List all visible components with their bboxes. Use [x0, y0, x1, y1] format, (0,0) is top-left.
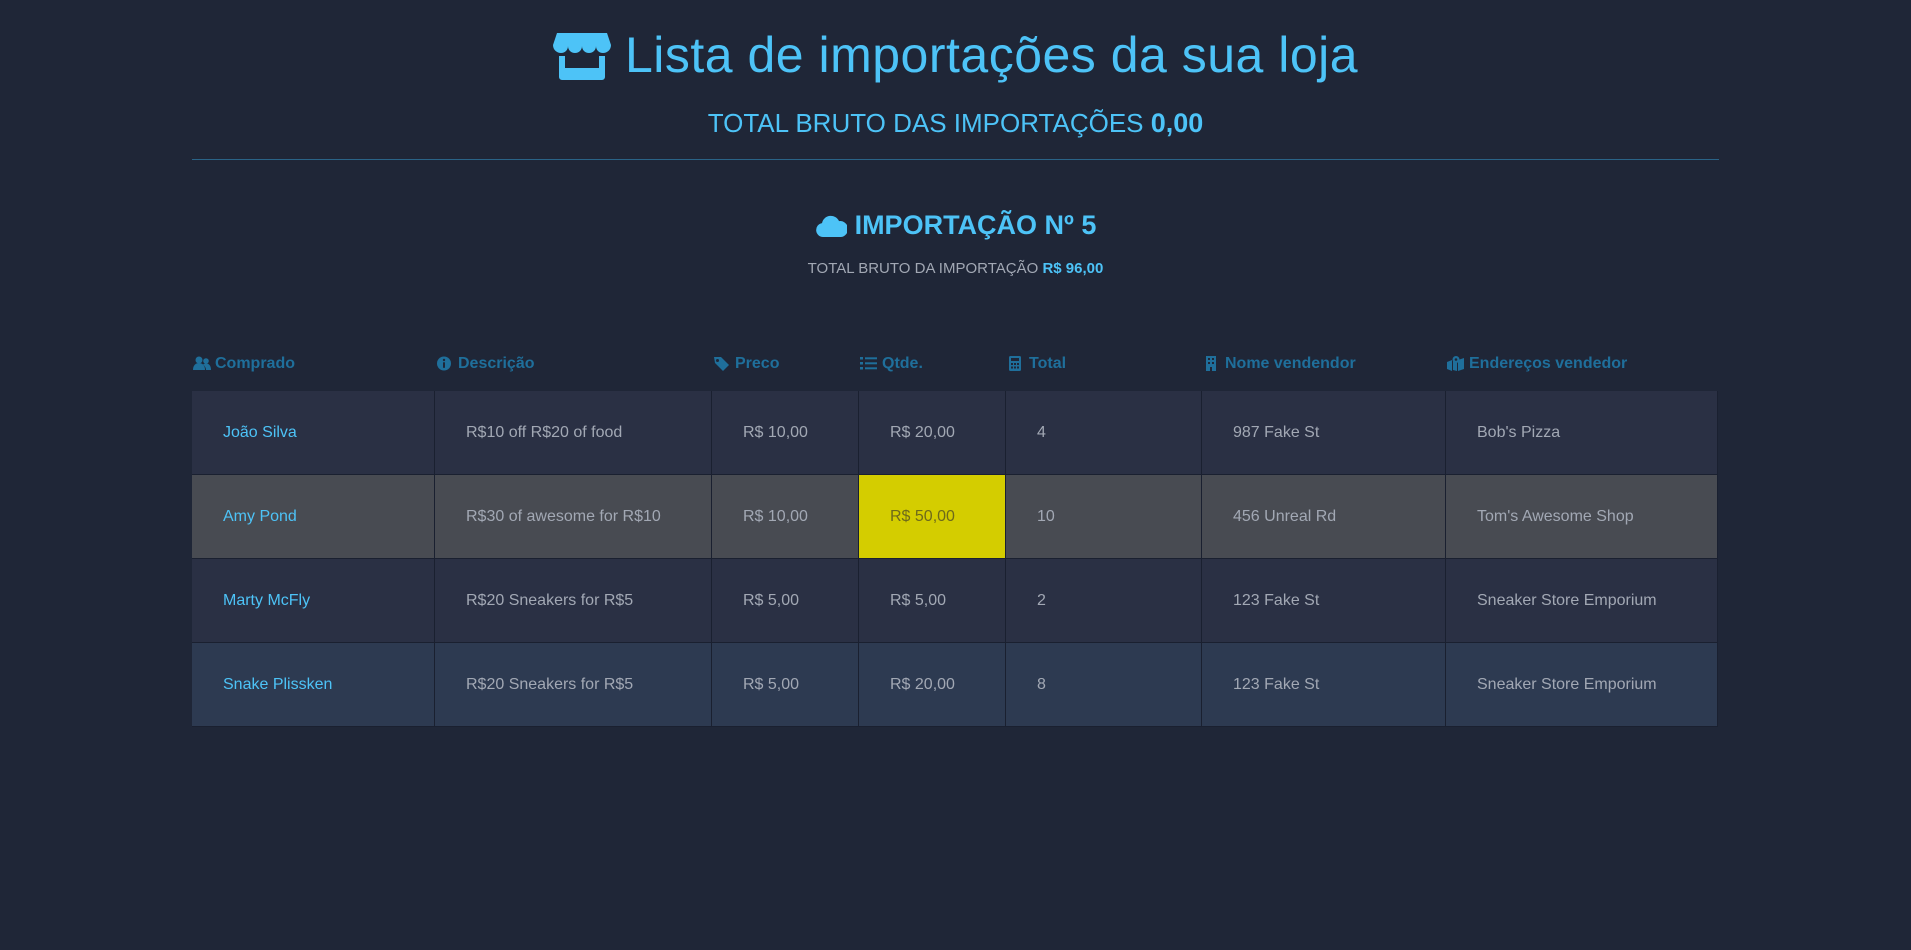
cell-total: 8 [1006, 643, 1202, 727]
cell-price: R$ 10,00 [712, 391, 859, 475]
cloud-icon [815, 215, 847, 237]
gross-total-value: 0,00 [1150, 108, 1204, 138]
column-header-descricao[interactable]: Descrição [435, 355, 712, 373]
column-header-preco[interactable]: Preco [712, 355, 859, 373]
tag-icon [714, 357, 729, 371]
cell-qty-highlighted: R$ 50,00 [859, 475, 1006, 559]
page-title: Lista de importações da sua loja [0, 26, 1911, 84]
store-icon [552, 33, 611, 80]
import-total: TOTAL BRUTO DA IMPORTAÇÃO R$ 96,00 [0, 260, 1911, 277]
column-header-label: Endereços vendedor [1469, 354, 1628, 372]
cell-price: R$ 10,00 [712, 475, 859, 559]
map-marker-icon [1447, 356, 1464, 371]
table-row[interactable]: Amy Pond R$30 of awesome for R$10 R$ 10,… [192, 475, 1718, 559]
imports-table: Comprado Descrição Preco Qtde. Total Nom… [192, 350, 1718, 727]
column-header-label: Descrição [458, 354, 535, 372]
cell-description: R$20 Sneakers for R$5 [435, 559, 712, 643]
cell-buyer[interactable]: Marty McFly [192, 559, 435, 643]
cell-price: R$ 5,00 [712, 643, 859, 727]
table-row[interactable]: João Silva R$10 off R$20 of food R$ 10,0… [192, 391, 1718, 475]
cell-buyer[interactable]: Amy Pond [192, 475, 435, 559]
building-icon [1206, 356, 1216, 371]
cell-description: R$30 of awesome for R$10 [435, 475, 712, 559]
cell-seller-name: 123 Fake St [1202, 643, 1446, 727]
info-icon [437, 356, 451, 371]
page: Lista de importações da sua loja TOTAL B… [0, 0, 1911, 950]
list-icon [860, 357, 877, 370]
cell-seller-address: Tom's Awesome Shop [1446, 475, 1718, 559]
table-header: Comprado Descrição Preco Qtde. Total Nom… [192, 350, 1718, 377]
cell-price: R$ 5,00 [712, 559, 859, 643]
calculator-icon [1009, 356, 1021, 371]
cell-seller-name: 123 Fake St [1202, 559, 1446, 643]
cell-seller-name: 987 Fake St [1202, 391, 1446, 475]
cell-seller-name: 456 Unreal Rd [1202, 475, 1446, 559]
column-header-qtde[interactable]: Qtde. [859, 355, 1006, 373]
import-total-value: R$ 96,00 [1042, 260, 1104, 277]
cell-buyer[interactable]: Snake Plissken [192, 643, 435, 727]
cell-total: 4 [1006, 391, 1202, 475]
cell-total: 10 [1006, 475, 1202, 559]
gross-total-label: TOTAL BRUTO DAS IMPORTAÇÕES [707, 108, 1144, 138]
column-header-comprado[interactable]: Comprado [192, 355, 435, 373]
table-body: João Silva R$10 off R$20 of food R$ 10,0… [192, 391, 1718, 727]
column-header-label: Comprado [215, 354, 295, 372]
column-header-total[interactable]: Total [1006, 355, 1202, 373]
users-icon [193, 356, 211, 370]
cell-qty: R$ 20,00 [859, 391, 1006, 475]
column-header-label: Total [1029, 354, 1067, 372]
column-header-label: Qtde. [882, 354, 923, 372]
column-header-label: Nome vendendor [1225, 354, 1356, 372]
column-header-nome-vendendor[interactable]: Nome vendendor [1202, 355, 1446, 373]
cell-description: R$10 off R$20 of food [435, 391, 712, 475]
cell-total: 2 [1006, 559, 1202, 643]
cell-description: R$20 Sneakers for R$5 [435, 643, 712, 727]
column-header-label: Preco [735, 354, 780, 372]
gross-total: TOTAL BRUTO DAS IMPORTAÇÕES 0,00 [0, 108, 1911, 139]
cell-seller-address: Sneaker Store Emporium [1446, 643, 1718, 727]
import-title-text: IMPORTAÇÃO Nº 5 [854, 210, 1097, 240]
cell-buyer[interactable]: João Silva [192, 391, 435, 475]
import-title: IMPORTAÇÃO Nº 5 [0, 210, 1911, 241]
column-header-enderecos-vendedor[interactable]: Endereços vendedor [1446, 355, 1718, 373]
cell-qty: R$ 5,00 [859, 559, 1006, 643]
table-row[interactable]: Snake Plissken R$20 Sneakers for R$5 R$ … [192, 643, 1718, 727]
import-total-label: TOTAL BRUTO DA IMPORTAÇÃO [807, 260, 1039, 277]
cell-seller-address: Sneaker Store Emporium [1446, 559, 1718, 643]
table-row[interactable]: Marty McFly R$20 Sneakers for R$5 R$ 5,0… [192, 559, 1718, 643]
cell-seller-address: Bob's Pizza [1446, 391, 1718, 475]
divider [192, 159, 1719, 160]
page-title-text: Lista de importações da sua loja [624, 27, 1359, 83]
cell-qty: R$ 20,00 [859, 643, 1006, 727]
